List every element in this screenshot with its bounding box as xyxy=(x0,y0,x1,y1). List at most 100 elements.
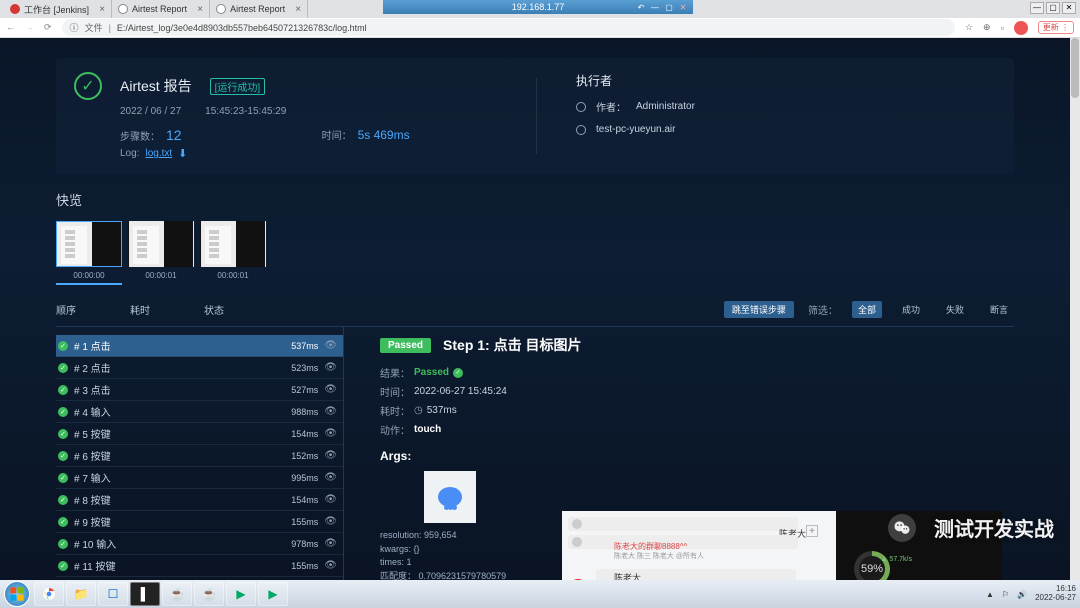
update-button[interactable]: 更新 ⋮ xyxy=(1038,21,1074,34)
quickview-thumb[interactable]: 00:00:01 xyxy=(128,221,194,285)
tray-up-icon[interactable]: ▲ xyxy=(986,590,994,599)
url-input[interactable]: ⓘ 文件 | E:/Airtest_log/3e0e4d8903db557beb… xyxy=(62,19,955,36)
target-image-thumb[interactable] xyxy=(424,471,476,523)
eye-icon[interactable]: 👁 xyxy=(324,494,337,505)
step-detail-title: Step 1: 点击 目标图片 xyxy=(443,335,581,355)
os-minimize[interactable]: — xyxy=(1030,2,1044,14)
tab-close-icon[interactable]: × xyxy=(99,4,105,15)
nav-reload-icon[interactable]: ⟳ xyxy=(44,22,52,33)
step-item[interactable]: ✓# 2 点击523ms👁 xyxy=(56,357,343,379)
executor-title: 执行者 xyxy=(576,72,996,89)
file-icon: ⓘ xyxy=(70,21,79,34)
tab-close-icon[interactable]: × xyxy=(295,4,301,15)
duration-value: 5s 469ms xyxy=(358,128,410,142)
tray-sound-icon[interactable]: 🔊 xyxy=(1017,590,1027,599)
filter-fail[interactable]: 失败 xyxy=(940,301,970,318)
taskbar-app-icon[interactable]: ☐ xyxy=(98,582,128,606)
star-icon[interactable]: ☆ xyxy=(965,22,973,33)
eye-icon[interactable]: 👁 xyxy=(324,384,337,395)
step-success-icon: ✓ xyxy=(58,363,68,373)
eye-icon[interactable]: 👁 xyxy=(324,560,337,571)
nav-back-icon[interactable]: ← xyxy=(6,22,15,33)
sort-order[interactable]: 顺序 xyxy=(56,302,76,317)
eye-icon[interactable]: 👁 xyxy=(324,538,337,549)
thumb-image xyxy=(200,221,266,267)
step-item[interactable]: ✓# 5 按键154ms👁 xyxy=(56,423,343,445)
log-link[interactable]: log.txt xyxy=(145,148,172,159)
sort-duration[interactable]: 耗时 xyxy=(130,302,150,317)
taskbar-play-icon-2[interactable]: ▶ xyxy=(258,582,288,606)
step-success-icon: ✓ xyxy=(58,451,68,461)
translate-icon[interactable]: ⊕ xyxy=(983,22,991,33)
step-item[interactable]: ✓# 3 点击527ms👁 xyxy=(56,379,343,401)
taskbar-java-icon-2[interactable]: ☕ xyxy=(194,582,224,606)
step-item[interactable]: ✓# 4 输入988ms👁 xyxy=(56,401,343,423)
args-title: Args: xyxy=(380,449,1014,463)
browser-tab-report-2[interactable]: Airtest Report × xyxy=(210,0,308,18)
tray-flag-icon[interactable]: ⚐ xyxy=(1002,590,1009,599)
eye-icon[interactable]: 👁 xyxy=(324,406,337,417)
check-icon: ✓ xyxy=(453,368,463,378)
step-item[interactable]: ✓# 9 按键155ms👁 xyxy=(56,511,343,533)
steps-list[interactable]: ✓# 1 点击537ms👁✓# 2 点击523ms👁✓# 3 点击527ms👁✓… xyxy=(56,327,344,580)
radio-icon[interactable] xyxy=(576,125,586,135)
win-close[interactable]: ✕ xyxy=(677,1,689,11)
step-success-icon: ✓ xyxy=(58,407,68,417)
report-title: Airtest 报告 xyxy=(120,76,192,96)
eye-icon[interactable]: 👁 xyxy=(324,340,337,351)
win-minimize[interactable]: — xyxy=(649,1,661,11)
globe-icon xyxy=(118,4,128,14)
step-item[interactable]: ✓# 7 输入995ms👁 xyxy=(56,467,343,489)
taskbar-terminal-icon[interactable]: ▌ xyxy=(130,582,160,606)
quickview-title: 快览 xyxy=(56,190,1014,209)
quickview-thumb[interactable]: 00:00:01 xyxy=(200,221,266,285)
thumb-image xyxy=(56,221,122,267)
jump-to-error-button[interactable]: 跳至错误步骤 xyxy=(724,301,794,318)
taskbar-chrome-icon[interactable] xyxy=(34,582,64,606)
taskbar-play-icon[interactable]: ▶ xyxy=(226,582,256,606)
filter-all[interactable]: 全部 xyxy=(852,301,882,318)
step-item[interactable]: ✓# 11 按键155ms👁 xyxy=(56,555,343,577)
os-maximize[interactable]: ▢ xyxy=(1046,2,1060,14)
wechat-icon xyxy=(888,514,916,542)
step-item[interactable]: ✓# 6 按键152ms👁 xyxy=(56,445,343,467)
thumb-image xyxy=(128,221,194,267)
eye-icon[interactable]: 👁 xyxy=(324,362,337,373)
eye-icon[interactable]: 👁 xyxy=(324,428,337,439)
browser-tab-report-1[interactable]: Airtest Report × xyxy=(112,0,210,18)
download-icon[interactable]: ⬇ xyxy=(178,147,187,160)
radio-icon[interactable] xyxy=(576,102,586,112)
browser-url-bar: ← → ⟳ ⓘ 文件 | E:/Airtest_log/3e0e4d8903db… xyxy=(0,18,1080,38)
filter-assert[interactable]: 断言 xyxy=(984,301,1014,318)
eye-icon[interactable]: 👁 xyxy=(324,516,337,527)
taskbar-explorer-icon[interactable]: 📁 xyxy=(66,582,96,606)
nav-forward-icon[interactable]: → xyxy=(25,22,34,33)
summary-panel: ✓ Airtest 报告 [运行成功] 2022 / 06 / 27 15:45… xyxy=(56,58,1014,174)
success-check-icon: ✓ xyxy=(74,72,102,100)
step-success-icon: ✓ xyxy=(58,429,68,439)
tray-clock[interactable]: 16:16 2022-06-27 xyxy=(1035,585,1076,603)
sort-status[interactable]: 状态 xyxy=(204,302,224,317)
browser-tab-jenkins[interactable]: 工作台 [Jenkins] × xyxy=(4,0,112,18)
step-item[interactable]: ✓# 10 输入978ms👁 xyxy=(56,533,343,555)
step-item[interactable]: ✓# 1 点击537ms👁 xyxy=(56,335,343,357)
step-success-icon: ✓ xyxy=(58,517,68,527)
win-maximize[interactable]: ▢ xyxy=(663,1,675,11)
filter-success[interactable]: 成功 xyxy=(896,301,926,318)
page-scrollbar[interactable] xyxy=(1070,38,1080,580)
tab-close-icon[interactable]: × xyxy=(197,4,203,15)
plus-icon: + xyxy=(806,525,818,537)
clock-icon: ◷ xyxy=(414,405,423,416)
quickview-thumb[interactable]: 00:00:00 xyxy=(56,221,122,285)
eye-icon[interactable]: 👁 xyxy=(324,472,337,483)
os-close[interactable]: ✕ xyxy=(1062,2,1076,14)
profile-icon[interactable] xyxy=(1014,21,1028,35)
start-button[interactable] xyxy=(4,581,30,607)
extension-icon[interactable]: ▫ xyxy=(1001,23,1004,33)
globe-icon xyxy=(216,4,226,14)
eye-icon[interactable]: 👁 xyxy=(324,450,337,461)
step-passed-badge: Passed xyxy=(380,338,431,353)
step-item[interactable]: ✓# 8 按键154ms👁 xyxy=(56,489,343,511)
win-nav-back[interactable]: ↶ xyxy=(635,1,647,11)
taskbar-java-icon[interactable]: ☕ xyxy=(162,582,192,606)
